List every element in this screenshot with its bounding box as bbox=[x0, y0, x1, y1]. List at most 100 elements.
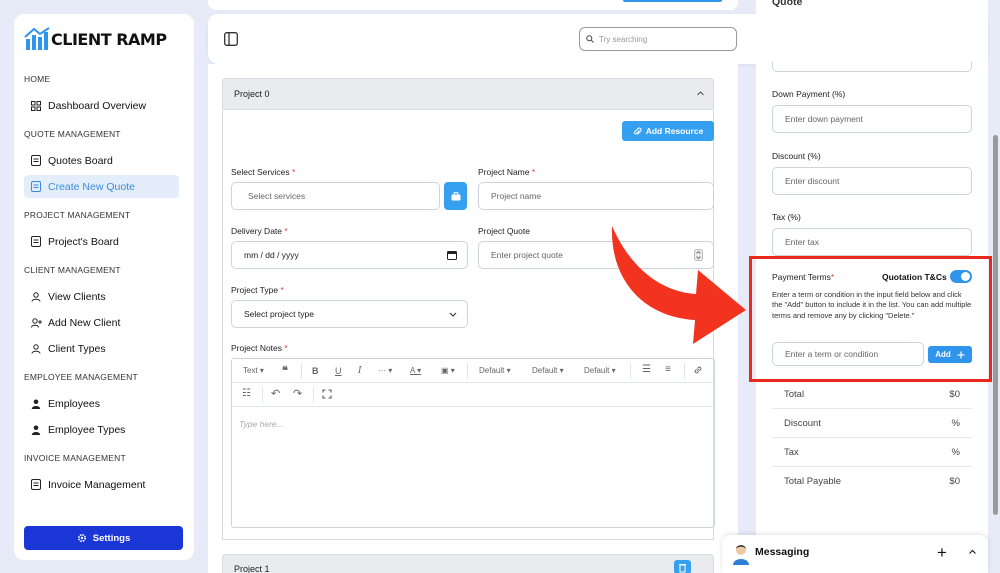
editor-toolbar: Text ▾ ❝ B U I ··· ▾ A ▾ ▣ ▾ Default ▾ D… bbox=[232, 359, 714, 383]
trash-icon bbox=[679, 564, 686, 573]
bold-icon[interactable]: B bbox=[312, 366, 319, 376]
gear-icon bbox=[77, 533, 86, 543]
sidebar-item-label: Quotes Board bbox=[48, 154, 113, 167]
font-family-dropdown[interactable]: Default ▾ bbox=[479, 366, 511, 375]
quote-icon[interactable]: ❝ bbox=[282, 364, 288, 377]
new-message-icon[interactable]: + bbox=[937, 543, 947, 563]
sidebar-item-label: Employee Types bbox=[48, 423, 126, 436]
calendar-icon[interactable] bbox=[447, 250, 457, 260]
italic-icon[interactable]: I bbox=[358, 366, 362, 376]
tax-placeholder: Enter tax bbox=[785, 237, 820, 247]
down-payment-input[interactable]: Enter down payment bbox=[772, 105, 972, 133]
document-icon bbox=[30, 236, 42, 248]
numbered-list-icon[interactable]: ≡ bbox=[665, 364, 671, 375]
project-quote-placeholder: Enter project quote bbox=[491, 250, 563, 260]
delete-project-button[interactable] bbox=[674, 560, 691, 573]
text-style-dropdown[interactable]: Text ▾ bbox=[243, 366, 264, 375]
sidebar: CLIENT RAMP HOME Dashboard Overview QUOT… bbox=[14, 14, 194, 560]
toolbar-divider bbox=[467, 363, 468, 379]
sidebar-item-label: Client Types bbox=[48, 342, 106, 355]
messaging-label: Messaging bbox=[755, 546, 810, 558]
top-partial-button[interactable] bbox=[623, 0, 722, 2]
previous-input-stub[interactable] bbox=[772, 62, 972, 72]
project-type-select[interactable]: Select project type bbox=[231, 300, 468, 328]
chevron-up-icon[interactable] bbox=[968, 548, 977, 556]
nav-section-quote: QUOTE MANAGEMENT bbox=[24, 129, 121, 139]
search-icon bbox=[586, 35, 594, 43]
search-input[interactable]: Try searching bbox=[579, 27, 737, 51]
sidebar-item-invoice-management[interactable]: Invoice Management bbox=[24, 473, 179, 496]
sidebar-item-client-types[interactable]: Client Types bbox=[24, 337, 179, 360]
delivery-date-input[interactable]: mm / dd / yyyy bbox=[231, 241, 468, 269]
undo-icon[interactable]: ↶ bbox=[271, 387, 280, 400]
sidebar-item-label: Add New Client bbox=[48, 316, 121, 329]
search-placeholder: Try searching bbox=[599, 34, 648, 44]
nav-section-invoice: INVOICE MANAGEMENT bbox=[24, 453, 126, 463]
sidebar-item-employees[interactable]: Employees bbox=[24, 392, 179, 415]
line-height-dropdown[interactable]: Default ▾ bbox=[584, 366, 616, 375]
scrollbar[interactable] bbox=[993, 135, 998, 515]
toolbar-divider bbox=[301, 363, 302, 379]
indent-icon[interactable]: ☷ bbox=[242, 388, 251, 399]
bullet-list-icon[interactable]: ☰ bbox=[642, 364, 651, 375]
rich-text-editor[interactable]: Text ▾ ❝ B U I ··· ▾ A ▾ ▣ ▾ Default ▾ D… bbox=[231, 358, 715, 528]
fullscreen-icon[interactable] bbox=[322, 389, 332, 401]
project-1-title: Project 1 bbox=[234, 564, 270, 573]
sidebar-item-employee-types[interactable]: Employee Types bbox=[24, 418, 179, 441]
discount-input[interactable]: Enter discount bbox=[772, 167, 972, 195]
font-size-dropdown[interactable]: Default ▾ bbox=[532, 366, 564, 375]
down-payment-label: Down Payment (%) bbox=[772, 89, 846, 99]
toolbar-divider bbox=[684, 363, 685, 379]
select-services-input[interactable]: Select services bbox=[231, 182, 440, 210]
project-title: Project 0 bbox=[234, 89, 270, 99]
delivery-date-placeholder: mm / dd / yyyy bbox=[244, 250, 299, 260]
discount-placeholder: Enter discount bbox=[785, 176, 840, 186]
add-resource-button[interactable]: Add Resource bbox=[622, 121, 714, 141]
nav-section-project: PROJECT MANAGEMENT bbox=[24, 210, 131, 220]
sidebar-item-projects-board[interactable]: Project's Board bbox=[24, 230, 179, 253]
person-icon bbox=[30, 424, 42, 436]
toolbar-divider bbox=[313, 387, 314, 403]
project-type-placeholder: Select project type bbox=[244, 309, 314, 319]
underline-icon[interactable]: U bbox=[335, 366, 342, 376]
select-services-label: Select Services * bbox=[231, 167, 296, 177]
add-service-button[interactable] bbox=[444, 182, 467, 210]
sidebar-item-add-new-client[interactable]: Add New Client bbox=[24, 311, 179, 334]
tax-input[interactable]: Enter tax bbox=[772, 228, 972, 256]
sidebar-item-dashboard[interactable]: Dashboard Overview bbox=[24, 94, 179, 117]
document-icon bbox=[30, 155, 42, 167]
redo-icon[interactable]: ↷ bbox=[293, 387, 302, 400]
brand-name: CLIENT RAMP bbox=[51, 29, 167, 49]
summary-row-total: Total $0 bbox=[772, 380, 972, 409]
link-icon[interactable] bbox=[693, 365, 703, 377]
project-name-placeholder: Project name bbox=[491, 191, 542, 201]
summary-label: Discount bbox=[784, 417, 821, 429]
delivery-date-label: Delivery Date * bbox=[231, 226, 288, 236]
chevron-down-icon bbox=[449, 312, 457, 317]
chevron-up-icon[interactable] bbox=[696, 89, 705, 98]
messaging-widget[interactable]: Messaging + bbox=[722, 535, 988, 573]
sidebar-toggle-icon[interactable] bbox=[224, 32, 238, 46]
editor-toolbar-row2: ☷ ↶ ↷ bbox=[232, 383, 714, 407]
sidebar-item-quotes-board[interactable]: Quotes Board bbox=[24, 149, 179, 172]
highlight-color-icon[interactable]: ▣ ▾ bbox=[441, 366, 455, 375]
summary-label: Tax bbox=[784, 446, 799, 458]
project-name-label: Project Name * bbox=[478, 167, 536, 177]
summary-value: % bbox=[951, 446, 960, 458]
summary-label: Total Payable bbox=[784, 476, 842, 487]
settings-button[interactable]: Settings bbox=[24, 526, 183, 550]
sidebar-item-label: Dashboard Overview bbox=[48, 99, 147, 112]
font-color-icon[interactable]: A ▾ bbox=[410, 366, 421, 375]
sidebar-item-view-clients[interactable]: View Clients bbox=[24, 285, 179, 308]
add-resource-label: Add Resource bbox=[645, 126, 704, 136]
down-payment-placeholder: Enter down payment bbox=[785, 114, 863, 124]
project-name-input[interactable]: Project name bbox=[478, 182, 714, 210]
project-quote-label: Project Quote bbox=[478, 226, 530, 236]
project-1-accordion-header[interactable]: Project 1 bbox=[222, 554, 714, 573]
sidebar-item-create-new-quote[interactable]: Create New Quote bbox=[24, 175, 179, 198]
project-accordion-header[interactable]: Project 0 bbox=[222, 78, 714, 110]
logo[interactable]: CLIENT RAMP bbox=[24, 24, 167, 54]
sidebar-item-label: Invoice Management bbox=[48, 478, 146, 491]
more-formatting-icon[interactable]: ··· ▾ bbox=[378, 366, 392, 375]
document-icon bbox=[30, 479, 42, 491]
